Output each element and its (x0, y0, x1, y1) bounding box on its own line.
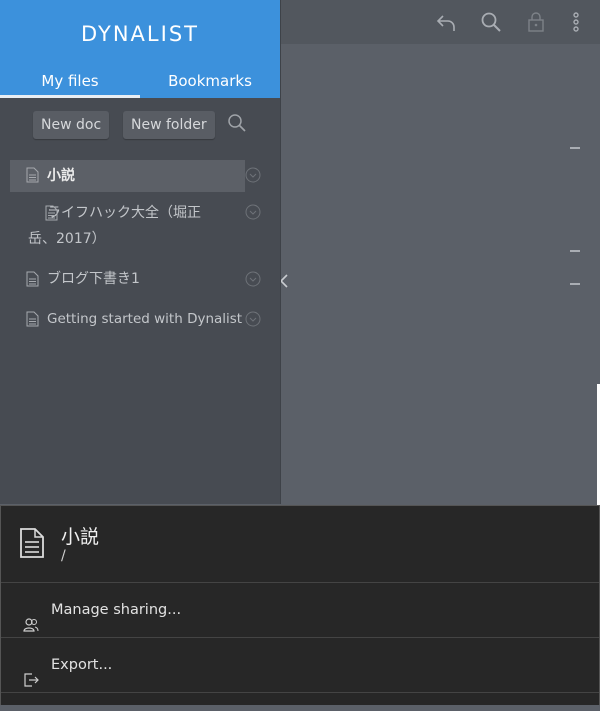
tab-bookmarks[interactable]: Bookmarks (140, 66, 280, 98)
file-item[interactable]: 小説 (10, 160, 261, 192)
export-icon (23, 657, 39, 687)
sheet-title: 小説 (61, 526, 100, 548)
chevron-down-icon[interactable] (245, 310, 261, 327)
sharing-icon (23, 602, 39, 632)
file-item[interactable]: Getting started with Dynalist (10, 300, 261, 338)
chevron-down-icon[interactable] (245, 167, 261, 183)
search-icon[interactable] (479, 10, 503, 34)
sidebar-toolbar: New doc New folder (0, 98, 280, 152)
menu-item-label: Manage sharing... (51, 602, 182, 618)
document-icon (26, 310, 39, 327)
document-icon (26, 270, 39, 287)
file-item[interactable]: ライフハック大全（堀正岳、2017） (10, 194, 261, 258)
new-folder-button[interactable]: New folder (123, 111, 215, 139)
more-vertical-icon[interactable] (564, 10, 588, 34)
search-icon[interactable] (226, 112, 248, 134)
export-menu-item[interactable]: Export... (1, 638, 599, 693)
sheet-path: / (61, 548, 66, 564)
document-action-sheet: 小説 / Manage sharing... Export... (0, 505, 600, 705)
brand-title: DYNALIST (81, 22, 199, 46)
sheet-header: 小説 / (1, 506, 599, 583)
chevron-down-icon[interactable] (245, 270, 261, 287)
file-name: Getting started with Dynalist (47, 311, 243, 327)
sidebar: DYNALIST My files Bookmarks New doc New … (0, 0, 281, 504)
menu-item-label: Export... (51, 657, 113, 673)
collapse-marker[interactable] (570, 250, 580, 252)
document-icon (19, 527, 45, 559)
undo-icon[interactable] (434, 10, 458, 34)
file-list: 小説 ライフハック大全（堀正岳、2017） ブログ下書き1 Getting st… (10, 160, 270, 340)
file-item[interactable]: ブログ下書き1 (10, 260, 261, 298)
manage-sharing-menu-item[interactable]: Manage sharing... (1, 583, 599, 638)
document-icon (26, 204, 58, 221)
brand-header: DYNALIST My files Bookmarks (0, 0, 280, 98)
chevron-down-icon[interactable] (245, 203, 261, 220)
collapse-marker[interactable] (570, 147, 580, 149)
document-icon (26, 167, 39, 183)
new-doc-button[interactable]: New doc (33, 111, 110, 139)
file-name: ブログ下書き1 (47, 271, 140, 287)
tab-my-files[interactable]: My files (0, 66, 140, 98)
file-name: 小説 (47, 168, 75, 184)
lock-icon[interactable] (524, 10, 548, 34)
main-toolbar (280, 0, 600, 44)
sidebar-tabs: My files Bookmarks (0, 66, 280, 98)
collapse-marker[interactable] (570, 283, 580, 285)
